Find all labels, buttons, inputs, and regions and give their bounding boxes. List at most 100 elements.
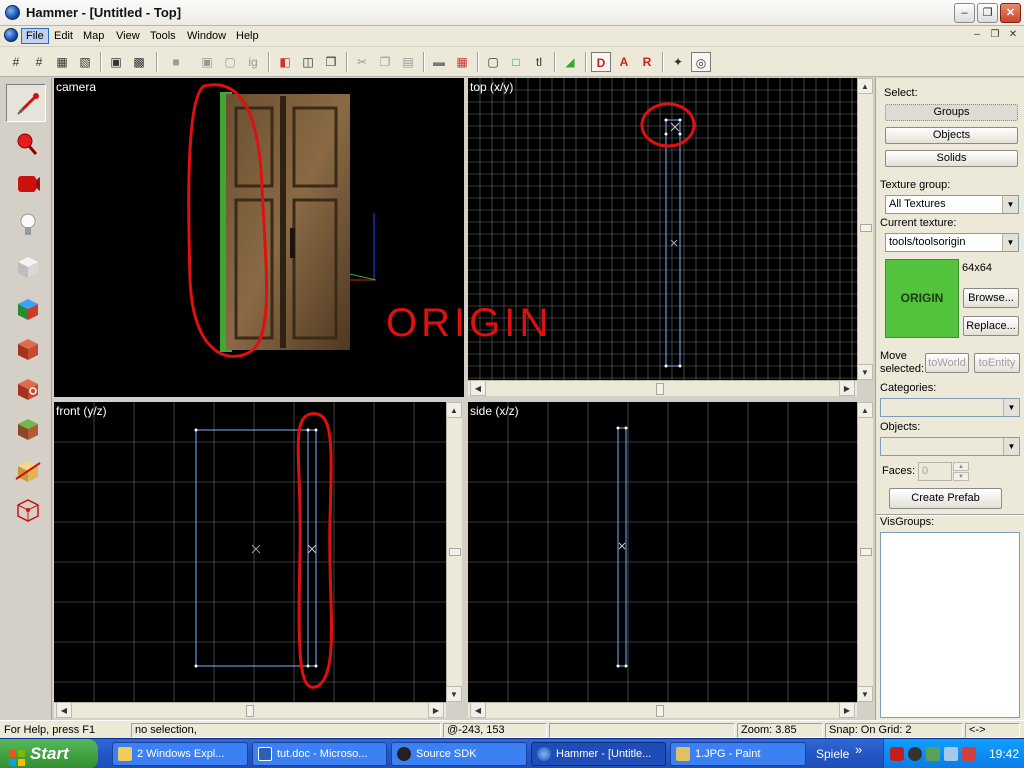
task-paint[interactable]: 1.JPG - Paint (670, 742, 806, 766)
hide-selected-icon[interactable]: ▬ (429, 52, 449, 72)
texture-preview[interactable]: ORIGIN (885, 259, 959, 338)
grid-larger-icon[interactable]: ▧ (75, 52, 95, 72)
tray-app-icon[interactable] (890, 747, 904, 761)
menu-file[interactable]: File (21, 28, 49, 44)
mdi-close-icon[interactable]: ✕ (1005, 28, 1021, 43)
task-word-document[interactable]: tut.doc - Microso... (252, 742, 387, 766)
tray-ati-icon[interactable] (962, 747, 976, 761)
copy-icon[interactable]: ❐ (375, 52, 395, 72)
front-vertical-scrollbar[interactable]: ▲ ▼ (446, 402, 462, 702)
start-button[interactable]: Start (0, 739, 98, 768)
camera-viewport[interactable]: camera (54, 78, 464, 397)
tray-steam-icon[interactable] (908, 747, 922, 761)
scroll-thumb[interactable] (246, 705, 254, 717)
title-bar[interactable]: Hammer - [Untitled - Top] – ❐ ✕ (0, 0, 1024, 26)
front-viewport[interactable]: front (y/z) (54, 402, 446, 702)
hide-icon[interactable]: ■ (166, 52, 186, 72)
scroll-thumb[interactable] (656, 705, 664, 717)
chevron-down-icon[interactable]: ▼ (1002, 196, 1018, 213)
visgroups-list[interactable] (880, 532, 1020, 718)
spin-up-icon[interactable]: ▲ (953, 462, 969, 471)
grid-3d-icon[interactable]: # (29, 52, 49, 72)
grid-smaller-icon[interactable]: ▦ (52, 52, 72, 72)
create-prefab-button[interactable]: Create Prefab (889, 488, 1002, 509)
scroll-right-icon[interactable]: ▶ (839, 702, 855, 718)
browse-button[interactable]: Browse... (963, 288, 1019, 308)
menu-help[interactable]: Help (232, 28, 263, 44)
scale-lock-icon[interactable]: ◫ (298, 52, 318, 72)
checkerboard-icon[interactable]: ▦ (452, 52, 472, 72)
side-horizontal-scrollbar[interactable]: ◀ ▶ (468, 702, 857, 718)
ungroup-icon[interactable]: ▩ (129, 52, 149, 72)
scroll-right-icon[interactable]: ▶ (428, 702, 444, 718)
magnify-tool[interactable] (6, 124, 46, 162)
entity-tool[interactable] (6, 206, 46, 244)
texture-group-select[interactable]: All Textures ▼ (885, 195, 1019, 214)
close-button[interactable]: ✕ (1000, 3, 1021, 23)
faces-spinner-input[interactable]: 0 (918, 462, 952, 481)
top-horizontal-scrollbar[interactable]: ◀ ▶ (468, 380, 857, 396)
camera-tool[interactable] (6, 164, 46, 202)
scroll-left-icon[interactable]: ◀ (56, 702, 72, 718)
scroll-right-icon[interactable]: ▶ (839, 380, 855, 396)
mdi-minimize-icon[interactable]: – (969, 28, 985, 43)
scroll-left-icon[interactable]: ◀ (470, 702, 486, 718)
autovis-icon[interactable]: D (591, 52, 611, 72)
scroll-left-icon[interactable]: ◀ (470, 380, 486, 396)
scroll-up-icon[interactable]: ▲ (857, 402, 873, 418)
ignore-groups-icon[interactable]: ig (243, 52, 263, 72)
select-icon[interactable]: □ (506, 52, 526, 72)
side-vertical-scrollbar[interactable]: ▲ ▼ (857, 402, 873, 702)
menu-tools[interactable]: Tools (146, 28, 180, 44)
hammer-app-icon[interactable] (5, 5, 20, 20)
vis-model-icon[interactable]: A (614, 52, 634, 72)
scroll-down-icon[interactable]: ▼ (446, 686, 462, 702)
document-icon[interactable] (4, 28, 18, 42)
mdi-restore-icon[interactable]: ❐ (987, 28, 1003, 43)
maximize-button[interactable]: ❐ (977, 3, 998, 23)
chevron-down-icon[interactable]: ▼ (1002, 234, 1018, 251)
scroll-up-icon[interactable]: ▲ (446, 402, 462, 418)
menu-map[interactable]: Map (79, 28, 108, 44)
scroll-thumb[interactable] (860, 224, 872, 232)
scroll-thumb[interactable] (860, 548, 872, 556)
tray-volume-icon[interactable] (944, 747, 958, 761)
decal-tool[interactable] (6, 368, 46, 406)
texture-lock-icon[interactable]: ◧ (275, 52, 295, 72)
language-bar-chevron[interactable]: » (855, 742, 862, 757)
menu-edit[interactable]: Edit (50, 28, 77, 44)
hollow-icon[interactable]: ▢ (220, 52, 240, 72)
spin-down-icon[interactable]: ▼ (953, 472, 969, 481)
top-vertical-scrollbar[interactable]: ▲ ▼ (857, 78, 873, 380)
scroll-thumb[interactable] (656, 383, 664, 395)
scroll-down-icon[interactable]: ▼ (857, 686, 873, 702)
select-groups-button[interactable]: Groups (885, 104, 1018, 121)
flip-icon[interactable]: ◢ (560, 52, 580, 72)
menu-window[interactable]: Window (183, 28, 230, 44)
cut-icon[interactable]: ✂ (352, 52, 372, 72)
bounding-box-icon[interactable]: ▢ (483, 52, 503, 72)
scroll-down-icon[interactable]: ▼ (857, 364, 873, 380)
grid-toggle-icon[interactable]: # (6, 52, 26, 72)
target-icon[interactable]: ◎ (691, 52, 711, 72)
language-bar[interactable]: Spiele (816, 747, 849, 761)
tray-network-icon[interactable] (926, 747, 940, 761)
texture-application-tool[interactable] (6, 288, 46, 326)
texture-tool-icon[interactable]: tl (529, 52, 549, 72)
chevron-down-icon[interactable]: ▼ (1003, 438, 1019, 455)
overlay-tool[interactable] (6, 408, 46, 446)
select-objects-button[interactable]: Objects (885, 127, 1018, 144)
wand-icon[interactable]: ✦ (668, 52, 688, 72)
viewport-splitter-horizontal[interactable] (54, 397, 857, 402)
solid-3d-icon[interactable]: ❒ (321, 52, 341, 72)
chevron-down-icon[interactable]: ▼ (1003, 399, 1019, 416)
block-tool[interactable] (6, 246, 46, 284)
replace-button[interactable]: Replace... (963, 316, 1019, 336)
categories-select[interactable]: ▼ (880, 398, 1020, 417)
vertex-tool[interactable] (6, 490, 46, 528)
task-windows-explorer[interactable]: 2 Windows Expl... (112, 742, 248, 766)
task-hammer[interactable]: Hammer - [Untitle... (531, 742, 666, 766)
current-texture-select[interactable]: tools/toolsorigin ▼ (885, 233, 1019, 252)
scroll-up-icon[interactable]: ▲ (857, 78, 873, 94)
select-solids-button[interactable]: Solids (885, 150, 1018, 167)
